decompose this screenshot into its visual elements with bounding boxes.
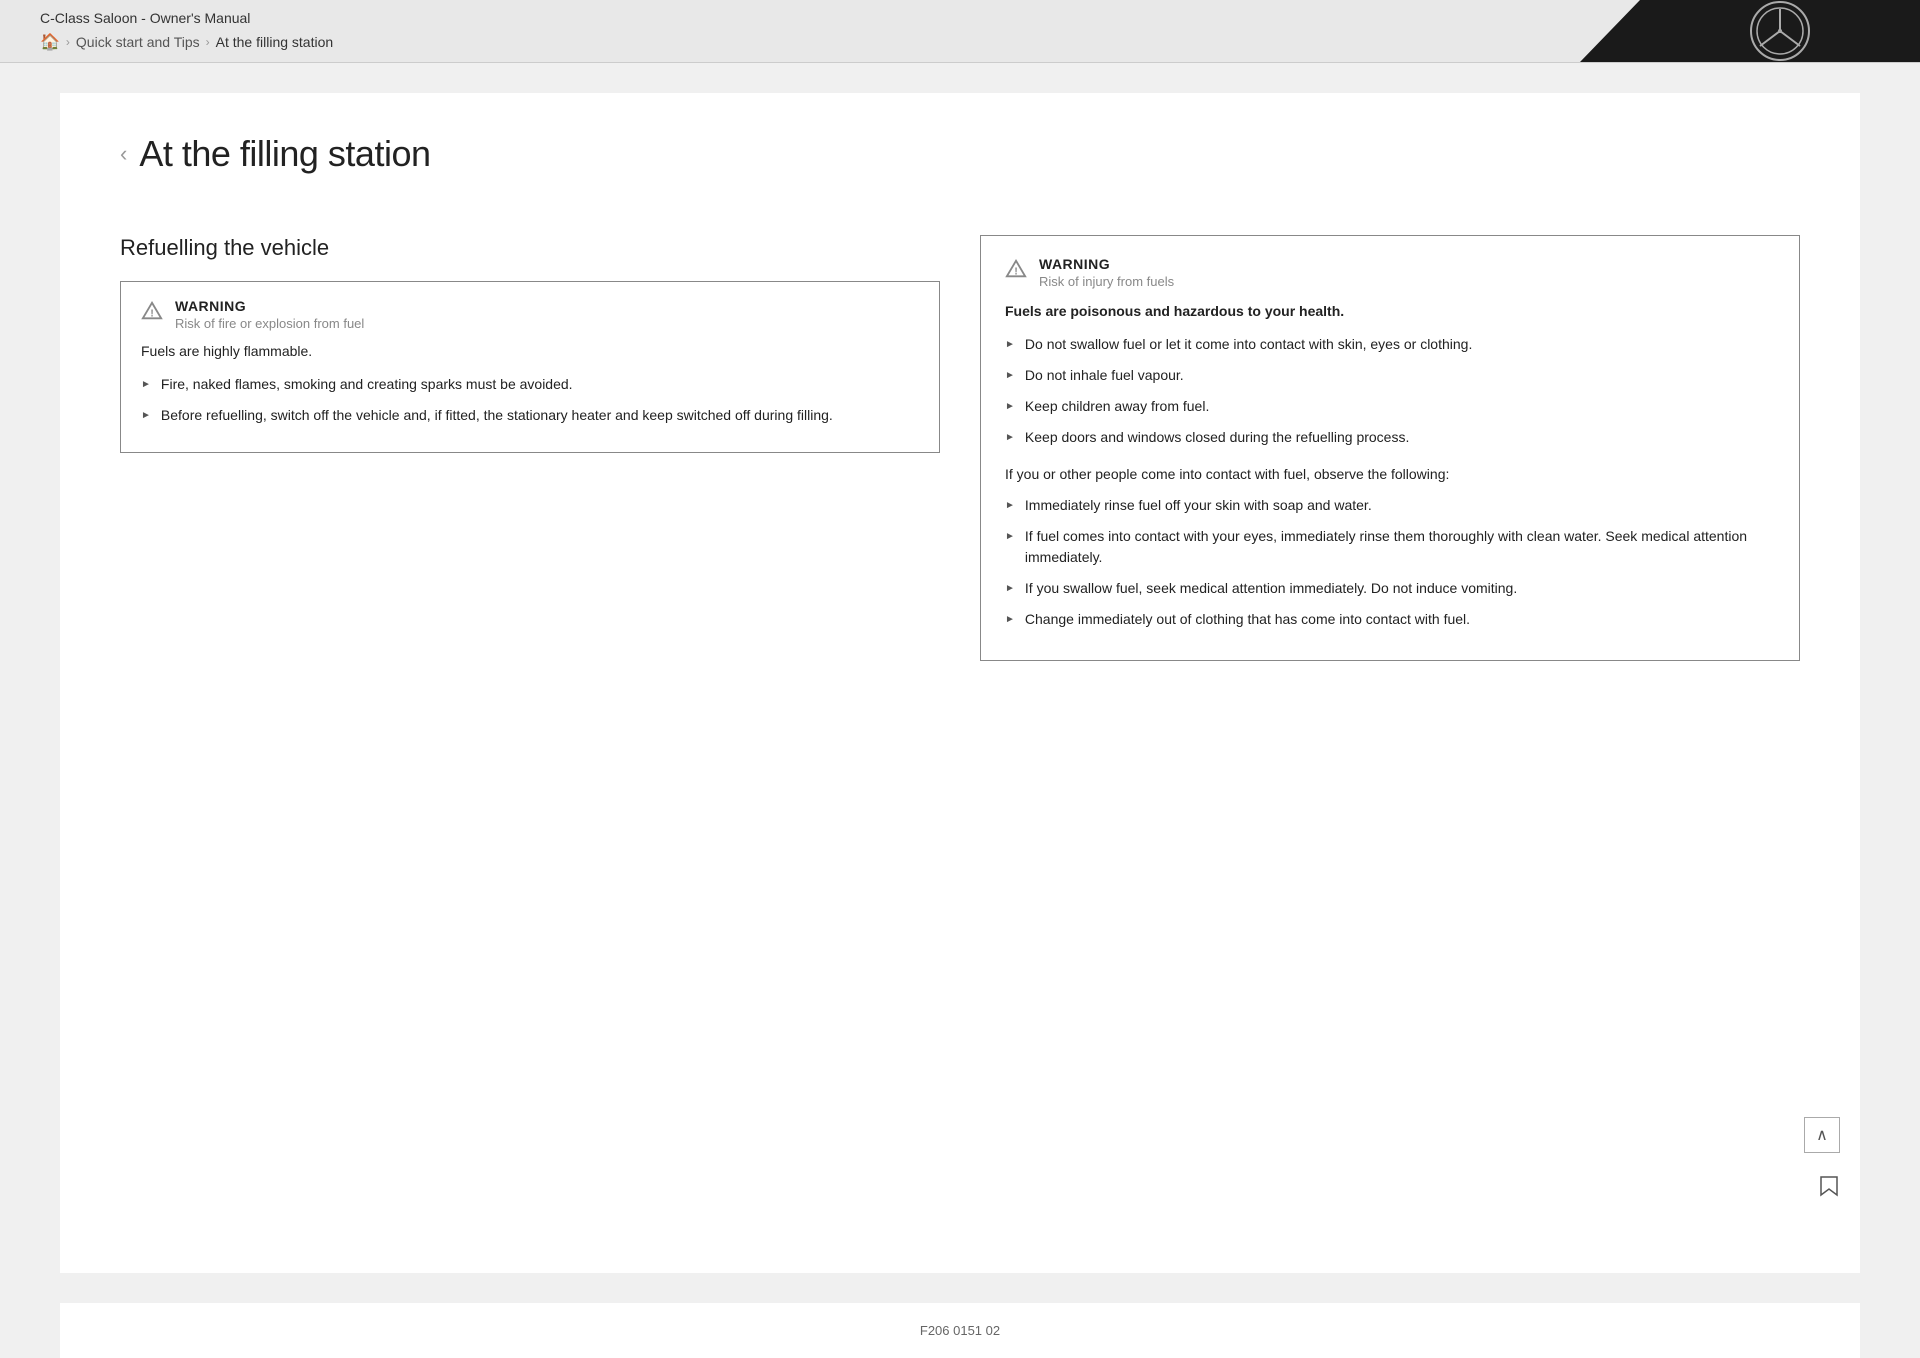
bullet-arrow-icon: ► — [1005, 368, 1015, 383]
bookmark-icon[interactable] — [1818, 1175, 1840, 1203]
list-item-text: Keep doors and windows closed during the… — [1025, 427, 1409, 448]
bullet-arrow-icon: ► — [1005, 399, 1015, 414]
list-item: ► If fuel comes into contact with your e… — [1005, 526, 1775, 568]
right-warning-subtitle: Risk of injury from fuels — [1039, 274, 1174, 289]
list-item-text: Immediately rinse fuel off your skin wit… — [1025, 495, 1372, 516]
content-columns: Refuelling the vehicle ! WARNING Risk of… — [120, 235, 1800, 661]
section-heading-refuelling: Refuelling the vehicle — [120, 235, 940, 261]
left-warning-title-block: WARNING Risk of fire or explosion from f… — [175, 298, 364, 331]
list-item: ► Keep doors and windows closed during t… — [1005, 427, 1775, 448]
list-item-text: Keep children away from fuel. — [1025, 396, 1209, 417]
bookmark-svg-icon — [1818, 1175, 1840, 1197]
header-left: C-Class Saloon - Owner's Manual 🏠 › Quic… — [40, 10, 333, 52]
right-warning-box: ! WARNING Risk of injury from fuels Fuel… — [980, 235, 1800, 661]
contact-intro: If you or other people come into contact… — [1005, 464, 1775, 485]
left-warning-list: ► Fire, naked flames, smoking and creati… — [141, 374, 919, 426]
bullet-arrow-icon: ► — [141, 377, 151, 392]
breadcrumb-link-quickstart[interactable]: Quick start and Tips — [76, 34, 200, 50]
list-item: ► Do not inhale fuel vapour. — [1005, 365, 1775, 386]
bullet-arrow-icon: ► — [1005, 498, 1015, 513]
svg-text:!: ! — [150, 309, 153, 320]
list-item-text: Fire, naked flames, smoking and creating… — [161, 374, 573, 395]
left-warning-header: ! WARNING Risk of fire or explosion from… — [141, 298, 919, 331]
mercedes-logo — [1750, 1, 1810, 61]
list-item: ► Do not swallow fuel or let it come int… — [1005, 334, 1775, 355]
chevron-up-icon: ∧ — [1816, 1125, 1828, 1145]
list-item: ► Immediately rinse fuel off your skin w… — [1005, 495, 1775, 516]
separator-2: › — [206, 35, 210, 49]
header: C-Class Saloon - Owner's Manual 🏠 › Quic… — [0, 0, 1920, 63]
list-item-text: Before refuelling, switch off the vehicl… — [161, 405, 833, 426]
right-warning-list-group2: ► Immediately rinse fuel off your skin w… — [1005, 495, 1775, 630]
list-item-text: If you swallow fuel, seek medical attent… — [1025, 578, 1517, 599]
right-warning-title-block: WARNING Risk of injury from fuels — [1039, 256, 1174, 289]
list-item: ► Before refuelling, switch off the vehi… — [141, 405, 919, 426]
back-chevron-icon[interactable]: ‹ — [120, 141, 127, 167]
mercedes-star-icon — [1755, 6, 1805, 56]
right-warning-list-group1: ► Do not swallow fuel or let it come int… — [1005, 334, 1775, 448]
doc-reference: F206 0151 02 — [60, 1303, 1860, 1358]
right-warning-intro: Fuels are poisonous and hazardous to you… — [1005, 301, 1775, 322]
bullet-arrow-icon: ► — [1005, 612, 1015, 627]
list-item-text: Do not inhale fuel vapour. — [1025, 365, 1184, 386]
left-warning-triangle-icon: ! — [141, 300, 163, 322]
bullet-arrow-icon: ► — [1005, 581, 1015, 596]
list-item: ► If you swallow fuel, seek medical atte… — [1005, 578, 1775, 599]
scroll-up-button[interactable]: ∧ — [1804, 1117, 1840, 1153]
right-warning-header: ! WARNING Risk of injury from fuels — [1005, 256, 1775, 289]
left-warning-subtitle: Risk of fire or explosion from fuel — [175, 316, 364, 331]
right-warning-triangle-icon: ! — [1005, 258, 1027, 280]
main-content: ‹ At the filling station Refuelling the … — [60, 93, 1860, 1273]
bullet-arrow-icon: ► — [141, 408, 151, 423]
left-warning-title: WARNING — [175, 298, 364, 314]
bullet-arrow-icon: ► — [1005, 529, 1015, 544]
home-icon[interactable]: 🏠 — [40, 32, 60, 52]
page-title-area: ‹ At the filling station — [120, 133, 1800, 185]
manual-title: C-Class Saloon - Owner's Manual — [40, 10, 333, 26]
separator-1: › — [66, 35, 70, 49]
left-warning-intro: Fuels are highly flammable. — [141, 341, 919, 362]
list-item-text: Change immediately out of clothing that … — [1025, 609, 1470, 630]
breadcrumb: 🏠 › Quick start and Tips › At the fillin… — [40, 32, 333, 52]
list-item-text: Do not swallow fuel or let it come into … — [1025, 334, 1472, 355]
page-title: At the filling station — [139, 133, 430, 175]
left-column: Refuelling the vehicle ! WARNING Risk of… — [120, 235, 940, 473]
list-item: ► Change immediately out of clothing tha… — [1005, 609, 1775, 630]
right-column: ! WARNING Risk of injury from fuels Fuel… — [980, 235, 1800, 661]
right-warning-title: WARNING — [1039, 256, 1174, 272]
list-item: ► Keep children away from fuel. — [1005, 396, 1775, 417]
bullet-arrow-icon: ► — [1005, 337, 1015, 352]
bullet-arrow-icon: ► — [1005, 430, 1015, 445]
svg-text:!: ! — [1014, 267, 1017, 278]
list-item: ► Fire, naked flames, smoking and creati… — [141, 374, 919, 395]
header-logo-area — [1580, 0, 1920, 62]
doc-reference-text: F206 0151 02 — [920, 1323, 1000, 1338]
logo-background — [1580, 0, 1920, 62]
left-warning-box: ! WARNING Risk of fire or explosion from… — [120, 281, 940, 453]
breadcrumb-current: At the filling station — [216, 34, 334, 50]
list-item-text: If fuel comes into contact with your eye… — [1025, 526, 1775, 568]
